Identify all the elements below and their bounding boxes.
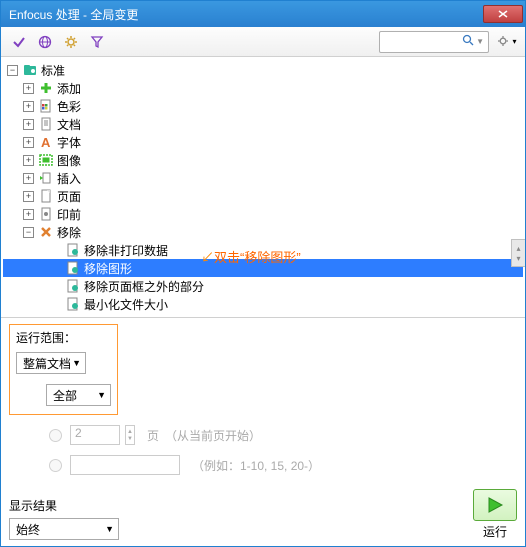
- chevron-down-icon: ▼: [105, 524, 114, 534]
- expand-icon[interactable]: +: [23, 191, 34, 202]
- pages-hint-label: （从当前页开始）: [165, 427, 261, 444]
- action-icon: [65, 297, 81, 311]
- gear-icon: [497, 35, 511, 49]
- bottom-panel: 运行范围： 整篇文档▼ 全部▼ 2 ▲▼ 页 （从当前页开始） （例如：1-10…: [1, 317, 525, 544]
- font-icon: A: [38, 135, 54, 149]
- collapse-icon[interactable]: −: [7, 65, 18, 76]
- tree-item[interactable]: + 插入: [3, 169, 523, 187]
- plus-icon: [38, 81, 54, 95]
- collapse-icon[interactable]: −: [23, 227, 34, 238]
- expand-icon[interactable]: +: [23, 119, 34, 130]
- chevron-down-icon: ▼: [476, 37, 484, 46]
- result-row: 显示结果 始终▼ 运行: [9, 489, 517, 540]
- tree-item[interactable]: + 添加: [3, 79, 523, 97]
- result-dropdown[interactable]: 始终▼: [9, 518, 119, 540]
- apply-button[interactable]: [7, 30, 31, 54]
- search-input[interactable]: ▼: [379, 31, 489, 53]
- chevron-down-icon: ▼: [72, 358, 81, 368]
- tree-item[interactable]: + 文档: [3, 115, 523, 133]
- expand-icon[interactable]: +: [23, 209, 34, 220]
- search-icon: [462, 34, 474, 49]
- example-hint-label: （例如：1-10, 15, 20-）: [192, 457, 320, 474]
- tree-item[interactable]: + 页面: [3, 187, 523, 205]
- gear-icon: [64, 35, 78, 49]
- remove-icon: [38, 225, 54, 239]
- expand-icon[interactable]: +: [23, 173, 34, 184]
- tree-item[interactable]: + 图像: [3, 151, 523, 169]
- expand-icon[interactable]: +: [23, 137, 34, 148]
- close-icon: [498, 10, 508, 18]
- pages-radio[interactable]: [49, 429, 62, 442]
- annotation: ↙双击“移除图形”: [201, 247, 301, 266]
- color-icon: [38, 99, 54, 113]
- globe-button[interactable]: [33, 30, 57, 54]
- action-icon: [65, 279, 81, 293]
- insert-icon: [38, 171, 54, 185]
- action-icon: [65, 243, 81, 257]
- chevron-down-icon: ▼: [97, 390, 106, 400]
- folder-icon: [22, 63, 38, 77]
- scope-label: 运行范围：: [16, 329, 111, 346]
- dialog-window: Enfocus 处理 - 全局变更 ▼ ▾ ▴: [0, 0, 526, 547]
- arrow-icon: ↙: [201, 250, 214, 265]
- document-icon: [38, 117, 54, 131]
- range-input[interactable]: [70, 455, 180, 475]
- side-handle[interactable]: ▴▾: [511, 239, 525, 267]
- tree-item-remove[interactable]: − 移除: [3, 223, 523, 241]
- scope-dropdown[interactable]: 整篇文档▼: [16, 352, 86, 374]
- options-button[interactable]: ▾: [495, 30, 519, 54]
- scope-group: 运行范围： 整篇文档▼ 全部▼: [9, 324, 118, 415]
- pages-option-row: 2 ▲▼ 页 （从当前页开始）: [49, 425, 517, 445]
- checkmark-icon: [12, 35, 26, 49]
- expand-icon[interactable]: +: [23, 155, 34, 166]
- titlebar: Enfocus 处理 - 全局变更: [1, 1, 525, 27]
- tree-leaf[interactable]: 移除页面框之外的部分: [3, 277, 523, 295]
- tree-item[interactable]: + 印前: [3, 205, 523, 223]
- range-option-row: （例如：1-10, 15, 20-）: [49, 455, 517, 475]
- close-button[interactable]: [483, 5, 523, 23]
- tree-item[interactable]: + 色彩: [3, 97, 523, 115]
- pages-unit-label: 页: [147, 427, 159, 444]
- page-icon: [38, 189, 54, 203]
- tree-view[interactable]: ▴▾ − 标准 + 添加 + 色彩 + 文档 + A 字体 +: [1, 57, 525, 317]
- settings-button[interactable]: [59, 30, 83, 54]
- tree-item[interactable]: + A 字体: [3, 133, 523, 151]
- range-radio[interactable]: [49, 459, 62, 472]
- run-button[interactable]: [473, 489, 517, 521]
- prepress-icon: [38, 207, 54, 221]
- play-icon: [485, 495, 505, 515]
- run-label: 运行: [473, 523, 517, 540]
- toolbar: ▼ ▾: [1, 27, 525, 57]
- spinner[interactable]: ▲▼: [125, 425, 135, 445]
- globe-icon: [38, 35, 52, 49]
- funnel-icon: [90, 35, 104, 49]
- action-icon: [65, 261, 81, 275]
- page-count-input[interactable]: 2: [70, 425, 120, 445]
- range-dropdown[interactable]: 全部▼: [46, 384, 111, 406]
- chevron-down-icon: ▾: [512, 37, 516, 46]
- filter-button[interactable]: [85, 30, 109, 54]
- window-title: Enfocus 处理 - 全局变更: [9, 6, 483, 23]
- expand-icon[interactable]: +: [23, 83, 34, 94]
- result-label: 显示结果: [9, 497, 119, 514]
- tree-leaf[interactable]: 最小化文件大小: [3, 295, 523, 313]
- image-icon: [38, 153, 54, 167]
- expand-icon[interactable]: +: [23, 101, 34, 112]
- tree-root[interactable]: − 标准: [3, 61, 523, 79]
- svg-text:A: A: [41, 135, 51, 149]
